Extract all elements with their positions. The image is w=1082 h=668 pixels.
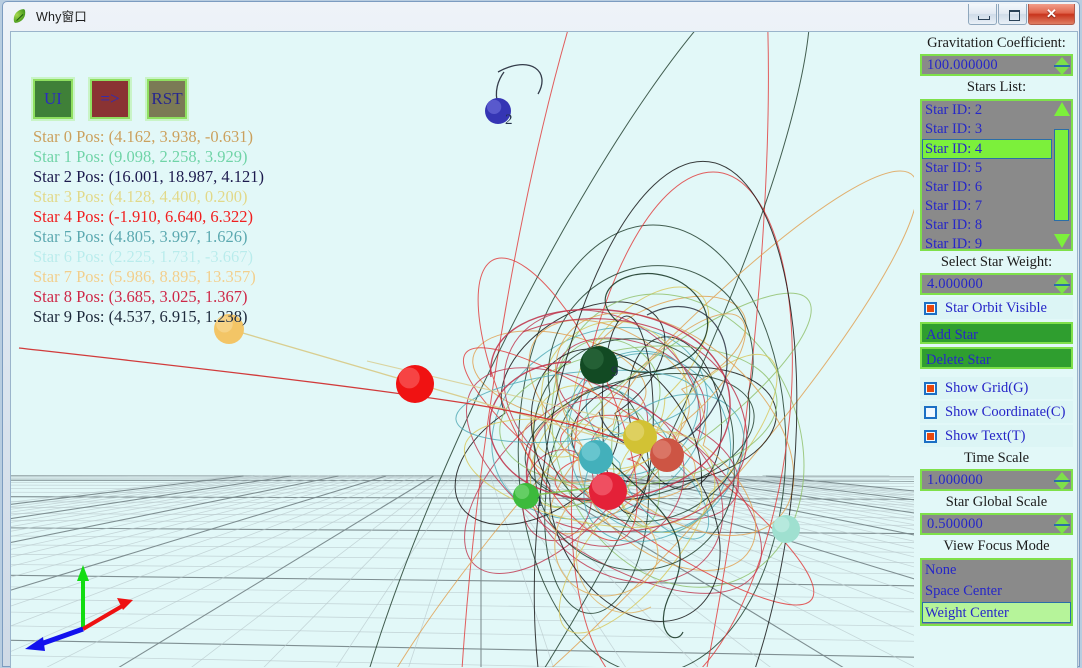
- focus-mode-item[interactable]: Space Center: [922, 581, 1071, 602]
- star-position-line: Star 0 Pos: (4.162, 3.938, -0.631): [33, 127, 253, 146]
- client-area: 2 9 1 UI => RST Star 0 Pos: (4.162, 3.938,…: [10, 31, 1078, 668]
- spinner-arrows-icon[interactable]: [1054, 57, 1070, 75]
- viewport-toolbar: UI => RST: [33, 79, 187, 119]
- stars-listbox[interactable]: Star ID: 2 Star ID: 3 Star ID: 4 Star ID: 5…: [920, 99, 1073, 251]
- time-scale-label: Time Scale: [963, 450, 1030, 466]
- scroll-up-icon[interactable]: [1053, 102, 1070, 116]
- checkbox-icon: [924, 405, 937, 419]
- minimize-icon: [978, 16, 990, 20]
- show-coordinate-label: Show Coordinate(C): [945, 403, 1066, 420]
- star-sphere[interactable]: [772, 515, 800, 543]
- star-position-line: Star 7 Pos: (5.986, 8.895, 13.357): [33, 267, 256, 286]
- star-weight-input[interactable]: 4.000000: [920, 273, 1073, 295]
- gravitation-coefficient-input[interactable]: 100.000000: [920, 54, 1073, 76]
- star-sphere[interactable]: [579, 440, 613, 474]
- view-focus-mode-list[interactable]: None Space Center Weight Center: [920, 558, 1073, 626]
- spinner-arrows-icon[interactable]: [1054, 516, 1070, 534]
- stars-list-item[interactable]: Star ID: 9: [922, 235, 1052, 249]
- maximize-button[interactable]: [998, 4, 1027, 25]
- window-frame: Why窗口 ✕ 2 9 1 UI => RST Star 0 Pos: (4.1…: [2, 1, 1080, 668]
- scroll-down-icon[interactable]: [1053, 234, 1070, 248]
- star-position-line: Star 3 Pos: (4.128, 4.400, 0.200): [33, 187, 248, 206]
- time-scale-value: 1.000000: [927, 471, 983, 488]
- star-index-label: 9: [611, 364, 619, 380]
- star-position-line: Star 6 Pos: (2.225, 1.731, -3.667): [33, 247, 253, 266]
- window-controls: ✕: [967, 4, 1075, 25]
- star-index-label: 2: [505, 112, 513, 128]
- spinner-arrows-icon[interactable]: [1054, 276, 1070, 294]
- reset-button[interactable]: RST: [147, 79, 187, 119]
- star-index-label: 1: [536, 494, 544, 510]
- add-star-button[interactable]: Add Star: [920, 322, 1073, 344]
- stars-list-label: Stars List:: [966, 79, 1027, 95]
- delete-star-button[interactable]: Delete Star: [920, 347, 1073, 369]
- star-weight-value: 4.000000: [927, 275, 983, 292]
- star-position-line: Star 4 Pos: (-1.910, 6.640, 6.322): [33, 207, 253, 226]
- close-icon: ✕: [1046, 6, 1057, 21]
- minimize-button[interactable]: [968, 4, 997, 25]
- star-weight-label: Select Star Weight:: [940, 254, 1053, 270]
- leaf-icon: [11, 8, 28, 24]
- gravitation-value: 100.000000: [927, 56, 998, 73]
- stars-list-item[interactable]: Star ID: 5: [922, 159, 1052, 178]
- stars-list-scrollbar[interactable]: [1052, 101, 1071, 249]
- star-position-readout: Star 0 Pos: (4.162, 3.938, -0.631) Star 1…: [33, 127, 264, 327]
- stars-list-item[interactable]: Star ID: 6: [922, 178, 1052, 197]
- star-position-line: Star 5 Pos: (4.805, 3.997, 1.626): [33, 227, 248, 246]
- global-scale-value: 0.500000: [927, 515, 983, 532]
- checkbox-icon: [924, 429, 937, 443]
- maximize-icon: [1009, 10, 1020, 21]
- star-position-line: Star 8 Pos: (3.685, 3.025, 1.367): [33, 287, 248, 306]
- show-coordinate-checkbox[interactable]: Show Coordinate(C): [920, 401, 1073, 423]
- close-button[interactable]: ✕: [1028, 4, 1075, 25]
- stars-list-item[interactable]: Star ID: 2: [922, 101, 1052, 120]
- gravitation-label: Gravitation Coefficient:: [927, 35, 1066, 51]
- star-sphere[interactable]: [396, 365, 434, 403]
- checkbox-icon: [924, 301, 937, 315]
- stars-list-item[interactable]: Star ID: 3: [922, 120, 1052, 139]
- star-sphere[interactable]: [589, 472, 627, 510]
- control-panel: Gravitation Coefficient: 100.000000 Star…: [914, 32, 1077, 667]
- arrow-button[interactable]: =>: [90, 79, 130, 119]
- ui-button[interactable]: UI: [33, 79, 73, 119]
- title-bar: Why窗口 ✕: [3, 2, 1079, 29]
- window-title: Why窗口: [36, 10, 88, 24]
- star-orbit-visible-checkbox[interactable]: Star Orbit Visible: [920, 297, 1073, 319]
- show-text-label: Show Text(T): [945, 427, 1026, 444]
- global-scale-label: Star Global Scale: [945, 494, 1048, 510]
- stars-list-item[interactable]: Star ID: 7: [922, 197, 1052, 216]
- show-text-checkbox[interactable]: Show Text(T): [920, 425, 1073, 447]
- show-grid-label: Show Grid(G): [945, 379, 1029, 396]
- show-grid-checkbox[interactable]: Show Grid(G): [920, 377, 1073, 399]
- star-orbit-visible-label: Star Orbit Visible: [945, 299, 1047, 316]
- stars-list-item[interactable]: Star ID: 4: [922, 139, 1052, 159]
- star-position-line: Star 2 Pos: (16.001, 18.987, 4.121): [33, 167, 264, 186]
- star-sphere[interactable]: [650, 438, 684, 472]
- focus-mode-item[interactable]: None: [922, 560, 1071, 581]
- star-position-line: Star 9 Pos: (4.537, 6.915, 1.238): [33, 307, 248, 326]
- view-focus-mode-label: View Focus Mode: [943, 538, 1050, 554]
- star-position-line: Star 1 Pos: (9.098, 2.258, 3.929): [33, 147, 248, 166]
- focus-mode-item[interactable]: Weight Center: [922, 602, 1071, 623]
- checkbox-icon: [924, 381, 937, 395]
- time-scale-input[interactable]: 1.000000: [920, 469, 1073, 491]
- scroll-thumb[interactable]: [1054, 129, 1069, 221]
- spinner-arrows-icon[interactable]: [1054, 472, 1070, 490]
- global-scale-input[interactable]: 0.500000: [920, 513, 1073, 535]
- application-window: Why窗口 ✕ 2 9 1 UI => RST Star 0 Pos: (4.1…: [0, 0, 1082, 668]
- stars-list-item[interactable]: Star ID: 8: [922, 216, 1052, 235]
